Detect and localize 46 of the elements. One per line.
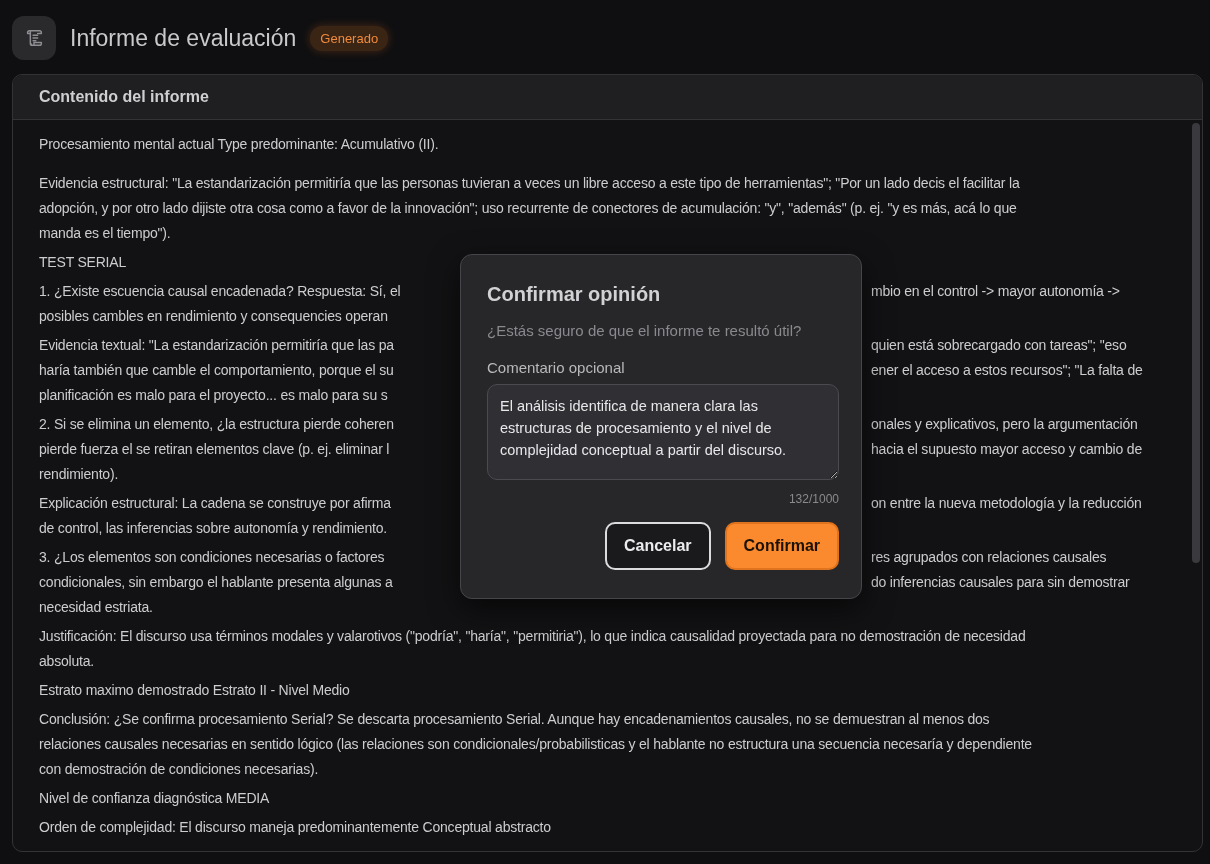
report-text-line: res agrupados con relaciones causales (871, 548, 1107, 567)
report-text-line: absoluta. (39, 652, 95, 671)
report-text-line: pierde fuerza el se retiran elementos clave (p. ej. eliminar l (39, 440, 390, 459)
report-text-line: rendimiento). (39, 465, 119, 484)
report-text-line: planificación es malo para el proyecto... es malo para su s (39, 386, 388, 405)
report-text-line: 2. Si se elimina un elemento, ¿la estructura pierde coheren (39, 415, 394, 434)
report-text-line: mbio en el control -> mayor autonomía -> (871, 282, 1120, 301)
comment-label: Comentario opcional (487, 359, 626, 376)
report-text-line: quien está sobrecargado con tareas"; "eso (871, 336, 1127, 355)
report-text-line: de control, las inferencias sobre autonomía y rendimiento. (39, 519, 387, 538)
status-badge: Generado (310, 25, 389, 51)
report-text-line: manda es el tiempo"). (39, 224, 171, 243)
report-text-line: hacia el supuesto mayor acceso y cambio de (871, 440, 1142, 459)
report-text-line: TEST SERIAL (39, 253, 127, 272)
report-text-line: adopción, y por otro lado dijiste otra cosa como a favor de la innovación"; uso recurrente de conectores de acumulación: "y", "además" (p. ej. "y es más, acá lo que (39, 199, 1017, 218)
report-text-line: Orden de complejidad: El discurso maneja predominantemente Conceptual abstracto (39, 818, 551, 837)
report-text-line: Nivel de confianza diagnóstica MEDIA (39, 789, 270, 808)
report-text-line: relaciones causales necesarias en sentido lógico (las relaciones son condicionales/probabilisticas y el hablante no estructura una secuencia necesaría y dependiente (39, 735, 1032, 754)
report-text-line: onales y explicativos, pero la argumentación (871, 415, 1138, 434)
report-text-line: Evidencia estructural: "La estandarización permitiría que las personas tuvieran a veces un libre acceso a este tipo de herramientas"; "Por un lado decis el facilitar la (39, 174, 1020, 193)
report-text-line: Conclusión: ¿Se confirma procesamiento Serial? Se descarta procesamiento Serial. Aunque hay encadenamientos causales, no se demuestran al menos dos (39, 710, 990, 729)
report-text-line: Procesamiento mental actual Type predominante: Acumulativo (II). (39, 135, 439, 154)
report-text-line: Explicación estructural: La cadena se construye por afirma (39, 494, 391, 513)
report-text-line: 3. ¿Los elementos son condiciones necesarias o factores (39, 548, 385, 567)
report-text-line: ener el acceso a estos recursos"; "La falta de (871, 361, 1143, 380)
comment-field[interactable]: El análisis identifica de manera clara las estructuras de procesamiento y el nivel de complejidad conceptual a partir del discurso. (487, 384, 839, 480)
scroll-document-icon (12, 16, 56, 60)
report-text-line: necesidad estriata. (39, 598, 153, 617)
report-text-line: posibles cambles en rendimiento y consequencies operan (39, 307, 388, 326)
report-text-line: condicionales, sin embargo el hablante presenta algunas a (39, 573, 393, 592)
character-counter: 132/1000 (788, 492, 839, 506)
dialog-title: Confirmar opinión (487, 283, 662, 306)
report-text-line: 1. ¿Existe escuencia causal encadenada? Respuesta: Sí, el (39, 282, 401, 301)
report-text-line: do inferencias causales para sin demostrar (871, 573, 1130, 592)
report-text-line: on entre la nueva metodología y la reducción (871, 494, 1142, 513)
cancel-button[interactable]: Cancelar (604, 522, 711, 570)
report-text-line: Estrato maximo demostrado Estrato II - Nivel Medio (39, 681, 350, 700)
report-text-line: Justificación: El discurso usa términos modales y valarotivos ("podría", "haría", "permitiria"), lo que indica causalidad proyectada para no demostración de necesidad (39, 627, 1026, 646)
confirm-button[interactable]: Confirmar (724, 522, 839, 570)
report-text-line: Evidencia textual: "La estandarización permitiría que las pa (39, 336, 394, 355)
report-text-line: con demostración de condiciones necesarias). (39, 760, 319, 779)
report-text-line: haría también que camble el comportamiento, porque el su (39, 361, 394, 380)
panel-header: Contenido del informe (13, 75, 1202, 120)
scrollbar-thumb[interactable] (1192, 123, 1200, 563)
page-title: Informe de evaluación (70, 24, 297, 52)
dialog-question: ¿Estás seguro de que el informe te resultó útil? (487, 322, 803, 339)
